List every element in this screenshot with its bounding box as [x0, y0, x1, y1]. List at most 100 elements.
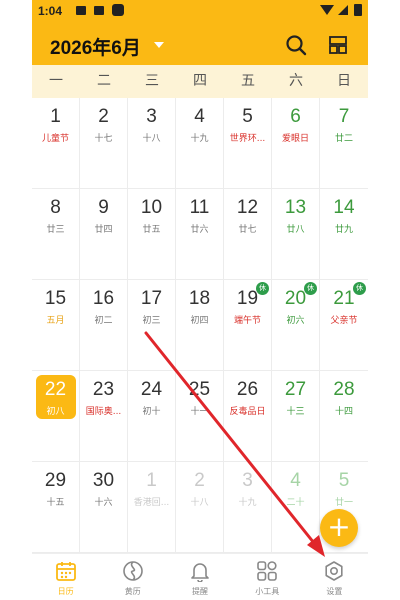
day-cell[interactable]: 3 十九: [224, 462, 272, 553]
battery-icon: [354, 4, 362, 16]
day-number: 8: [50, 197, 61, 218]
day-cell[interactable]: 15 五月: [32, 280, 80, 371]
status-time: 1:04: [38, 4, 63, 18]
day-number: 22: [44, 379, 67, 400]
day-cell[interactable]: 19 端午节休: [224, 280, 272, 371]
day-cell[interactable]: 2 十八: [176, 462, 224, 553]
notification-icon: [94, 6, 104, 15]
day-cell[interactable]: 4 十九: [176, 98, 224, 189]
day-cell[interactable]: 4 二十: [272, 462, 320, 553]
day-cell[interactable]: 1 儿童节: [32, 98, 80, 189]
chevron-down-icon[interactable]: [154, 42, 164, 48]
day-number: 29: [44, 470, 67, 491]
day-lunar-label: 初四: [190, 316, 209, 326]
tab-label: 日历: [57, 587, 74, 596]
day-number: 6: [290, 106, 301, 127]
weekday-label: 日: [337, 73, 351, 89]
day-cell[interactable]: 28 十四: [320, 371, 368, 462]
day-lunar-label: 廿二: [334, 134, 353, 144]
holiday-badge: 休: [353, 282, 366, 295]
weekday-label: 一: [49, 73, 63, 89]
day-cell[interactable]: 30 十六: [80, 462, 128, 553]
day-lunar-label: 十四: [334, 407, 353, 417]
day-cell[interactable]: 24 初十: [128, 371, 176, 462]
day-number: 9: [98, 197, 109, 218]
tab-almanac[interactable]: 黄历: [99, 554, 166, 600]
tab-tools[interactable]: 小工具: [234, 554, 301, 600]
day-number: 25: [188, 379, 211, 400]
day-cell[interactable]: 8 廿三: [32, 189, 80, 280]
day-number: 23: [92, 379, 115, 400]
day-lunar-label: 反毒品日: [229, 407, 266, 417]
day-lunar-label: 国际奥...: [85, 407, 122, 417]
tab-reminders[interactable]: 提醒: [166, 554, 233, 600]
day-number: 3: [242, 470, 253, 491]
holiday-badge: 休: [256, 282, 269, 295]
day-cell[interactable]: 14 廿九: [320, 189, 368, 280]
day-cell[interactable]: 20 初六休: [272, 280, 320, 371]
day-cell[interactable]: 17 初三: [128, 280, 176, 371]
day-cell[interactable]: 16 初二: [80, 280, 128, 371]
weekday-label: 四: [193, 73, 207, 89]
search-icon[interactable]: [285, 34, 307, 56]
day-number: 11: [189, 197, 210, 218]
day-lunar-label: 廿四: [94, 225, 113, 235]
day-cell[interactable]: 12 廿七: [224, 189, 272, 280]
day-cell[interactable]: 6 爱眼日: [272, 98, 320, 189]
day-cell[interactable]: 25 十一: [176, 371, 224, 462]
day-lunar-label: 十九: [190, 134, 209, 144]
day-lunar-label: 世界环...: [229, 134, 266, 144]
day-number: 26: [236, 379, 259, 400]
day-lunar-label: 五月: [46, 316, 65, 326]
month-selector[interactable]: 2026年6月: [50, 33, 141, 60]
day-cell[interactable]: 9 廿四: [80, 189, 128, 280]
app-notification-icon: [112, 4, 124, 16]
tab-label: 小工具: [255, 587, 280, 596]
day-cell[interactable]: 3 十八: [128, 98, 176, 189]
day-lunar-label: 廿六: [190, 225, 209, 235]
day-lunar-label: 十七: [94, 134, 113, 144]
day-lunar-label: 廿五: [142, 225, 161, 235]
day-cell[interactable]: 29 十五: [32, 462, 80, 553]
day-cell[interactable]: 18 初四: [176, 280, 224, 371]
status-bar: 1:04: [32, 0, 368, 22]
day-cell[interactable]: 21 父亲节休: [320, 280, 368, 371]
bell-icon: [191, 563, 209, 582]
day-lunar-label: 二十: [286, 498, 305, 508]
day-cell[interactable]: 2 十七: [80, 98, 128, 189]
weekday-label: 五: [241, 73, 255, 89]
day-number: 28: [333, 379, 355, 400]
day-cell-today[interactable]: 22 初八: [32, 371, 80, 462]
settings-gear-icon: [325, 561, 344, 581]
day-number: 2: [194, 470, 205, 491]
day-number: 7: [338, 106, 350, 127]
day-lunar-label: 十六: [94, 498, 113, 508]
day-cell[interactable]: 7 廿二: [320, 98, 368, 189]
day-lunar-label: 十三: [286, 407, 305, 417]
day-number: 1: [146, 470, 157, 491]
day-cell[interactable]: 10 廿五: [128, 189, 176, 280]
holiday-badge: 休: [304, 282, 317, 295]
day-cell[interactable]: 1 香港回...: [128, 462, 176, 553]
day-lunar-label: 廿七: [238, 225, 257, 235]
day-cell[interactable]: 11 廿六: [176, 189, 224, 280]
day-number: 18: [188, 288, 211, 309]
app-header: 1:04 2026年6月: [32, 0, 368, 65]
view-switch-icon[interactable]: [328, 35, 348, 55]
almanac-icon: [122, 561, 143, 581]
day-cell[interactable]: 26 反毒品日: [224, 371, 272, 462]
day-cell[interactable]: 27 十三: [272, 371, 320, 462]
day-cell[interactable]: 23 国际奥...: [80, 371, 128, 462]
weekday-label: 六: [289, 73, 303, 89]
tab-settings[interactable]: 设置: [301, 554, 368, 600]
day-lunar-label: 十五: [46, 498, 65, 508]
day-lunar-label: 十八: [142, 134, 161, 144]
day-cell[interactable]: 5 世界环...: [224, 98, 272, 189]
tools-grid-icon: [257, 561, 278, 581]
day-cell[interactable]: 13 廿八: [272, 189, 320, 280]
add-event-button[interactable]: +: [320, 509, 358, 547]
tab-label: 提醒: [192, 587, 208, 596]
day-number: 24: [140, 379, 163, 400]
day-lunar-label: 父亲节: [330, 316, 358, 326]
tab-calendar[interactable]: 日历: [32, 554, 99, 600]
